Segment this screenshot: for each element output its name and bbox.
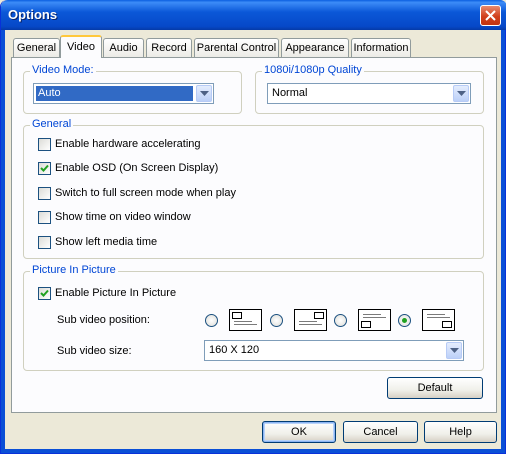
- tab-video[interactable]: Video: [60, 35, 102, 58]
- video-mode-value: Auto: [36, 86, 193, 101]
- window-title: Options: [8, 7, 58, 22]
- quality-group: 1080i/1080p Quality Normal: [255, 64, 484, 114]
- help-button[interactable]: Help: [424, 421, 497, 443]
- show-time-label: Show time on video window: [55, 211, 191, 223]
- video-mode-dropdown-button[interactable]: [196, 85, 212, 102]
- position-top-right-radio[interactable]: [270, 314, 283, 327]
- checkbox-box[interactable]: [38, 162, 51, 175]
- hardware-accel-label: Enable hardware accelerating: [55, 138, 201, 150]
- tab-information[interactable]: Information: [351, 38, 411, 57]
- position-bottom-right-icon[interactable]: [422, 309, 455, 331]
- chevron-down-icon: [450, 348, 459, 353]
- checkbox-box[interactable]: [38, 287, 51, 300]
- quality-label: 1080i/1080p Quality: [262, 64, 364, 76]
- close-button[interactable]: [480, 5, 501, 26]
- chevron-down-icon: [457, 91, 466, 96]
- sub-video-size-value: 160 X 120: [209, 344, 260, 356]
- checkmark-icon: [40, 164, 49, 172]
- quality-value: Normal: [272, 87, 308, 99]
- pip-group-label: Picture In Picture: [30, 264, 118, 276]
- position-bottom-left-icon[interactable]: [358, 309, 391, 331]
- pip-enable-label: Enable Picture In Picture: [55, 287, 177, 299]
- checkmark-icon: [40, 289, 49, 297]
- default-button[interactable]: Default: [387, 377, 483, 399]
- sub-video-size-select[interactable]: 160 X 120: [204, 340, 464, 361]
- checkbox-box[interactable]: [38, 236, 51, 249]
- position-top-right-icon[interactable]: [294, 309, 327, 331]
- fullscreen-label: Switch to full screen mode when play: [55, 187, 236, 199]
- position-top-left-radio[interactable]: [205, 314, 218, 327]
- checkbox-box[interactable]: [38, 211, 51, 224]
- title-bar[interactable]: Options: [1, 0, 506, 30]
- checkbox-box[interactable]: [38, 187, 51, 200]
- video-tab-panel: Video Mode: Auto 1080i/1080p Quality Nor…: [11, 57, 497, 413]
- video-mode-select[interactable]: Auto: [33, 83, 214, 104]
- pip-group: Picture In Picture Enable Picture In Pic…: [23, 264, 484, 371]
- tab-general[interactable]: General: [13, 38, 60, 57]
- osd-label: Enable OSD (On Screen Display): [55, 162, 219, 174]
- video-mode-label: Video Mode:: [30, 64, 96, 76]
- tab-parental-control[interactable]: Parental Control: [194, 38, 279, 57]
- ok-button[interactable]: OK: [262, 421, 336, 443]
- options-dialog: Options General Video Audio Record Paren…: [0, 0, 506, 454]
- general-group-label: General: [30, 118, 74, 130]
- position-top-left-icon[interactable]: [229, 309, 262, 331]
- sub-video-size-label: Sub video size:: [57, 345, 132, 357]
- sub-video-size-dropdown-button[interactable]: [446, 342, 462, 359]
- position-bottom-right-radio[interactable]: [398, 314, 411, 327]
- radio-selected-dot: [402, 318, 407, 323]
- chevron-down-icon: [200, 91, 209, 96]
- tab-appearance[interactable]: Appearance: [281, 38, 349, 57]
- tab-record[interactable]: Record: [146, 38, 192, 57]
- quality-select[interactable]: Normal: [267, 83, 471, 104]
- general-group: General Enable hardware accelerating Ena…: [23, 118, 484, 259]
- cancel-button[interactable]: Cancel: [343, 421, 418, 443]
- position-bottom-left-radio[interactable]: [334, 314, 347, 327]
- tab-audio[interactable]: Audio: [103, 38, 144, 57]
- sub-video-position-label: Sub video position:: [57, 314, 150, 326]
- checkbox-box[interactable]: [38, 138, 51, 151]
- left-time-label: Show left media time: [55, 236, 158, 248]
- video-mode-group: Video Mode: Auto: [23, 64, 242, 114]
- quality-dropdown-button[interactable]: [453, 85, 469, 102]
- close-icon: [485, 10, 496, 21]
